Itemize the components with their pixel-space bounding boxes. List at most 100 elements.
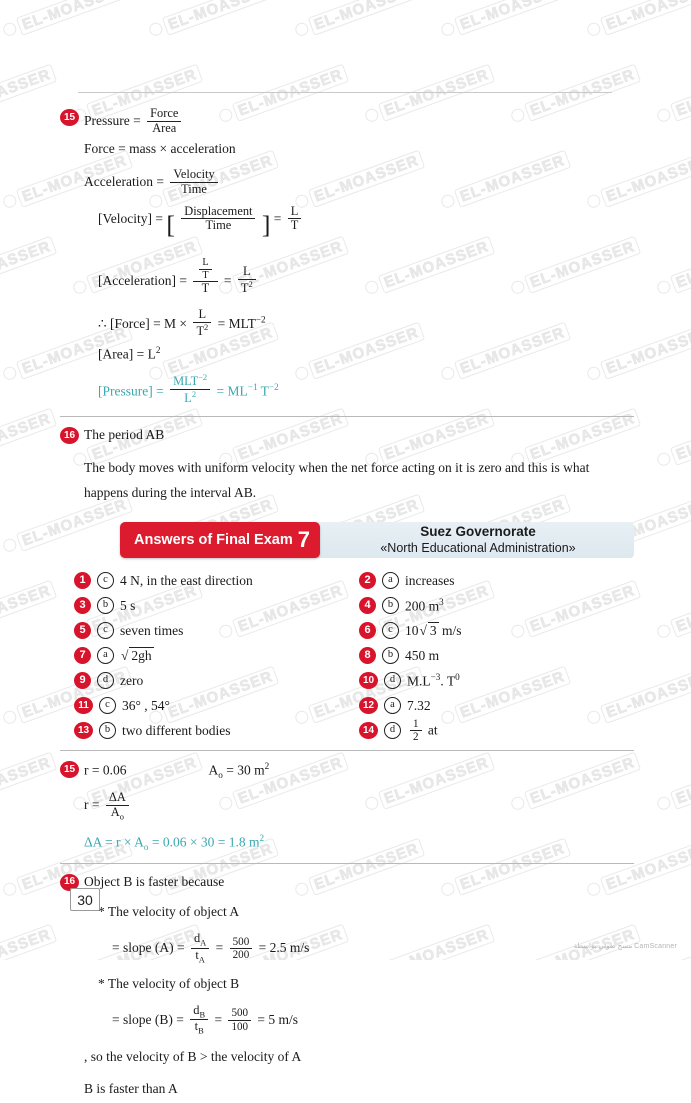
- answer-text: 450 m: [405, 647, 440, 663]
- q15-line-velocity-dim: [Velocity] = [ Displacement Time ] = L T: [84, 203, 634, 246]
- answer-choice-circle: d: [97, 672, 114, 690]
- q15-eq-1: =: [133, 113, 141, 129]
- q15s-ratio-den: Ao: [105, 804, 129, 822]
- divider-before-q16-solution: [60, 862, 634, 864]
- q15-frac7-den-sup: 2: [191, 389, 197, 400]
- q15-force-result: = MLT: [217, 316, 256, 332]
- q15-frac-force-area: Force Area: [147, 106, 182, 136]
- answer-choice-circle: c: [99, 697, 116, 715]
- q15-pressure-mid: T: [257, 383, 269, 399]
- q15-frac6-den-base: T: [196, 323, 205, 338]
- q15-nested-den: T: [193, 280, 218, 296]
- answer-row: 8 b 450 m: [359, 643, 634, 668]
- q16s-slope-b: = slope (B) = dB tB = 500 100 = 5 m/s: [84, 1003, 634, 1037]
- q15-frac-displacement-time: Displacement Time: [181, 203, 256, 234]
- bracket-close-icon: ]: [261, 210, 271, 240]
- q15-line-force-dim: ∴ [Force] = M × L T2 = MLT−2: [84, 306, 634, 339]
- q16s-b-num-sub: B: [199, 1009, 206, 1020]
- q16s-heading: Object B is faster because: [84, 873, 225, 889]
- q15-line-force: Force = mass × acceleration: [84, 140, 236, 156]
- q15s-ratio-den-sub: o: [119, 811, 124, 822]
- q15-eq-4: =: [223, 273, 232, 289]
- answer-row: 5 c seven times: [74, 618, 359, 643]
- answer-text: 5 s: [120, 597, 136, 613]
- q15-acceleration-label: Acceleration: [84, 173, 153, 189]
- answer-text: 12 at: [407, 718, 438, 744]
- q16s-a-fden: 200: [229, 947, 253, 961]
- q15s-ratio-num: ΔA: [108, 789, 126, 804]
- q15-force-result-sup: −2: [255, 314, 266, 325]
- page-number-box: 30: [70, 888, 100, 911]
- radical-icon: √ 2gh: [121, 647, 154, 664]
- q15-frac5-den-sup: 2: [248, 278, 253, 289]
- answer-text: 4 N, in the east direction: [120, 572, 253, 588]
- camscanner-watermark: مسح ضوئي بواسطة CamScanner: [573, 943, 677, 950]
- answer-choice-circle: d: [384, 722, 401, 740]
- q15s-result-value-sup: 2: [259, 833, 265, 844]
- answer-number-badge: 7: [74, 647, 91, 665]
- answer-text: 10√ 3 m/s: [405, 622, 462, 639]
- answer-number-badge: 5: [74, 622, 91, 640]
- answer-number-badge: 11: [74, 697, 93, 715]
- q15-pressure-sup2: −2: [268, 382, 279, 393]
- q15-frac7-den: L2: [170, 389, 211, 406]
- q15-force-dim-label: ∴ [Force] = M ×: [98, 316, 188, 332]
- answer-row: 2 a increases: [359, 568, 634, 593]
- answer-number-badge: 14: [359, 722, 378, 740]
- q15-frac6-num: L: [198, 306, 207, 321]
- answer-row: 4 b 200 m3: [359, 593, 634, 618]
- answer-choice-circle: b: [99, 722, 116, 740]
- q15-frac-num: Force: [150, 106, 179, 120]
- answer-text: seven times: [120, 622, 184, 638]
- question-16-period: 16 The period AB The body moves with uni…: [60, 425, 634, 506]
- q15-frac4-den: T: [287, 218, 302, 233]
- answer-row: 13 b two different bodies: [74, 718, 359, 743]
- question-number-badge: 16: [60, 427, 79, 445]
- answer-choice-circle: b: [382, 647, 399, 665]
- q15-frac3-num: Displacement: [184, 203, 253, 218]
- governorate-name: Suez Governorate: [420, 523, 536, 539]
- top-divider: [78, 92, 612, 93]
- bracket-open-icon: [: [166, 210, 175, 240]
- q15s-ratio-den-base: A: [110, 804, 120, 819]
- q15-frac-L-T2b: L T2: [193, 306, 212, 339]
- answer-text: 200 m3: [405, 596, 444, 614]
- answer-text: zero: [120, 672, 144, 688]
- q15s-given-r: r = 0.06: [84, 762, 127, 778]
- q15-frac6-den: T2: [193, 321, 212, 339]
- q15s-result-value: 1.8 m: [228, 834, 260, 850]
- q15-frac7-num: MLT−2: [170, 373, 210, 389]
- q15s-ratio-label: r =: [84, 796, 100, 812]
- answer-row: 12 a 7.32: [359, 693, 634, 718]
- question-16-solution: 16 Object B is faster because * The velo…: [60, 872, 634, 1100]
- exam-banner: Answers of Final Exam 7 Suez Governorate…: [60, 522, 634, 559]
- answer-row: 14 d 12 at: [359, 718, 634, 743]
- q15-frac7-den-base: L: [184, 391, 192, 406]
- q15-frac7-num-sup: −2: [198, 372, 208, 383]
- q15-frac5-den-base: T: [240, 280, 249, 295]
- answer-text: M.L−3. T0: [407, 671, 460, 689]
- q16s-b-fnum: 500: [231, 1007, 249, 1020]
- q15s-given-a: A: [208, 762, 219, 778]
- q16s-slope-a-label: = slope (A) =: [112, 939, 185, 955]
- answer-choice-circle: b: [97, 597, 114, 615]
- q16s-b-den: tB: [190, 1019, 209, 1036]
- answer-text: 7.32: [407, 697, 431, 713]
- question-number-badge: 15: [60, 109, 79, 126]
- q16s-a-fnum: 500: [232, 935, 250, 948]
- q15-frac6-den-sup: 2: [204, 321, 209, 332]
- q16s-b-num: dB: [190, 1003, 208, 1020]
- question-15-solution: 15 r = 0.06 Ao = 30 m2 r = ΔA Ao ΔA = r …: [60, 759, 634, 855]
- answer-choice-circle: a: [97, 647, 114, 665]
- divider-before-q15-solution: [60, 750, 634, 752]
- answer-choice-circle: c: [382, 622, 399, 640]
- q15-line-pressure-dim: [Pressure] = MLT−2 L2 = ML−1 T−2: [84, 373, 634, 406]
- answer-row: 1 c 4 N, in the east direction: [74, 568, 359, 593]
- q15-inner-frac: L T: [199, 257, 212, 281]
- answer-row: 9 d zero: [74, 668, 359, 693]
- answer-number-badge: 3: [74, 597, 91, 615]
- q15-nested-num: L T: [193, 257, 217, 281]
- q16s-a-num: dA: [191, 931, 209, 948]
- q15s-ratio-line: r = ΔA Ao: [84, 789, 634, 822]
- radical-icon: √ 3: [419, 622, 439, 639]
